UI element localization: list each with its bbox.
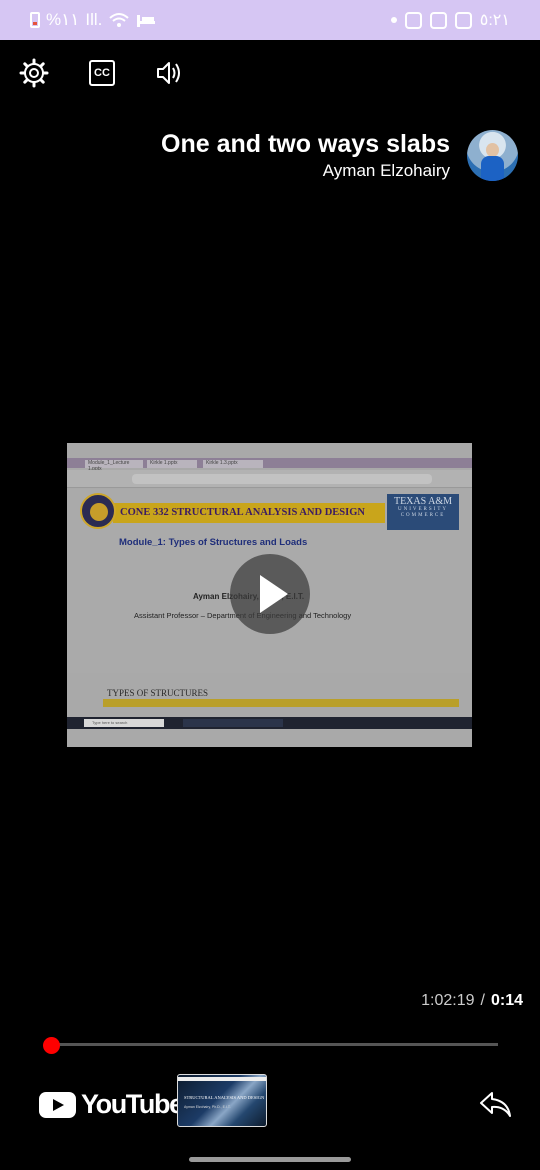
module-title: Module_1: Types of Structures and Loads	[119, 537, 308, 548]
notification-dot-icon	[390, 17, 397, 23]
thumbnail-band	[178, 1077, 266, 1081]
university-sub: UNIVERSITY COMMERCE	[398, 507, 448, 518]
gallery-icon	[454, 11, 472, 29]
video-thumbnail[interactable]: STRUCTURAL ANALYSIS AND DESIGN Ayman Elz…	[177, 1074, 267, 1127]
browser-tab: Module_1_Lecture 1.pptx	[85, 460, 143, 472]
captions-button[interactable]: CC	[89, 60, 115, 86]
status-bar-right: ٥:٢١	[390, 10, 510, 30]
youtube-wordmark: YouTube	[81, 1089, 184, 1119]
check-icon	[429, 11, 447, 29]
instagram-icon	[404, 11, 422, 29]
taskbar-search: Type here to search	[84, 719, 164, 727]
slide-gold-strip	[103, 699, 459, 707]
video-title[interactable]: One and two ways slabs	[161, 130, 450, 159]
status-clock: ٥:٢١	[479, 12, 510, 29]
avatar-head	[486, 143, 499, 157]
status-bar-left: %١١ Ill.	[30, 10, 156, 30]
os-taskbar: Type here to search	[67, 717, 472, 729]
browser-tab-strip: Module_1_Lecture 1.pptx Kirkle 1.pptx Ki…	[67, 458, 472, 472]
thumbnail-title: STRUCTURAL ANALYSIS AND DESIGN	[184, 1095, 265, 1100]
lion-logo	[80, 493, 116, 529]
youtube-logo[interactable]: YouTube	[39, 1089, 184, 1120]
status-bar: %١١ Ill. ٥:٢١	[0, 0, 540, 40]
captions-label: CC	[94, 67, 110, 79]
channel-name[interactable]: Ayman Elzohairy	[323, 161, 450, 181]
browser-tab: Kirkle 1.pptx	[147, 460, 197, 468]
home-indicator[interactable]	[189, 1157, 351, 1162]
browser-address-bar	[67, 470, 472, 488]
scrubber-handle[interactable]	[43, 1037, 60, 1054]
time-display: 1:02:19 / 0:14	[421, 992, 523, 1010]
university-logo: TEXAS A&M UNIVERSITY COMMERCE	[387, 494, 459, 530]
thumbnail-subtitle: Ayman Elzohairy, Ph.D., E.I.T.	[184, 1105, 231, 1109]
share-icon[interactable]	[478, 1089, 512, 1119]
next-slide-heading: TYPES OF STRUCTURES	[107, 688, 209, 698]
wifi-icon	[109, 13, 130, 27]
current-time: 1:02:19	[421, 992, 475, 1009]
signal-icon: Ill.	[85, 10, 103, 29]
university-name: TEXAS A&M	[393, 496, 453, 507]
play-icon[interactable]	[230, 554, 310, 634]
taskbar-icons	[183, 719, 283, 727]
channel-avatar[interactable]	[467, 130, 518, 181]
duration: 0:14	[490, 992, 523, 1009]
time-separator: /	[480, 992, 485, 1009]
browser-tab: Kirkle 1.3.pptx	[203, 460, 263, 468]
course-header: CONE 332 STRUCTURAL ANALYSIS AND DESIGN	[113, 503, 385, 523]
youtube-icon	[39, 1091, 76, 1118]
progress-track[interactable]	[51, 1043, 498, 1046]
address-box	[132, 474, 432, 484]
battery-percent: %١١	[46, 10, 80, 29]
avatar-body	[481, 156, 504, 181]
gear-icon[interactable]	[19, 58, 49, 88]
sleep-icon	[137, 15, 156, 27]
speaker-icon[interactable]	[154, 58, 184, 88]
battery-icon	[30, 12, 40, 28]
